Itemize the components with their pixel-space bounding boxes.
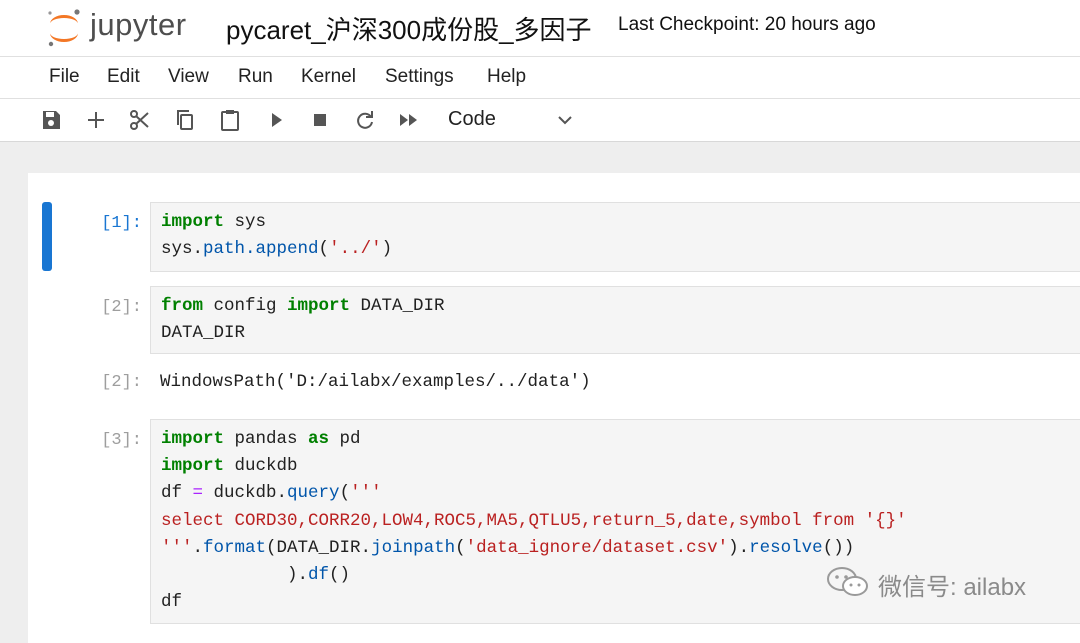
code-token: )	[381, 239, 393, 259]
code-token: ()	[329, 565, 351, 585]
code-line: '''.format(DATA_DIR.joinpath('data_ignor…	[161, 538, 854, 558]
cell-type-select[interactable]: Code	[448, 108, 496, 131]
code-token: sys.	[161, 239, 204, 259]
code-token: pd	[329, 429, 361, 449]
code-token: (DATA_DIR.	[266, 538, 372, 558]
code-token: config	[203, 296, 288, 316]
menu-kernel[interactable]: Kernel	[301, 66, 356, 88]
cell-2-prompt: [2]:	[101, 298, 142, 317]
fast-forward-icon[interactable]	[397, 108, 421, 132]
code-token: path.append	[203, 239, 319, 259]
code-token: ).	[161, 565, 309, 585]
code-token: import	[161, 429, 225, 449]
menu-file[interactable]: File	[49, 66, 80, 88]
last-checkpoint-status: Last Checkpoint: 20 hours ago	[618, 14, 876, 35]
code-token: ())	[822, 538, 855, 558]
cell-3-prompt: [3]:	[101, 431, 142, 450]
code-token: sys	[224, 212, 267, 232]
code-token: (	[318, 239, 330, 259]
code-token: df	[308, 565, 330, 585]
code-token: (	[455, 538, 466, 558]
code-line: from config import DATA_DIR	[161, 296, 445, 316]
code-line: DATA_DIR	[161, 323, 246, 343]
active-cell-indicator	[42, 202, 52, 271]
code-token: pandas	[224, 429, 309, 449]
run-icon[interactable]	[264, 108, 288, 132]
code-token: '''	[350, 483, 382, 503]
code-line: df = duckdb.query('''	[161, 483, 382, 503]
wechat-watermark: 微信号: ailabx	[826, 566, 1026, 602]
wechat-icon	[826, 565, 870, 604]
code-token: '''	[161, 538, 193, 558]
menu-edit[interactable]: Edit	[107, 66, 140, 88]
code-token: resolve	[749, 538, 823, 558]
code-token: =	[192, 483, 204, 503]
cell-2-editor[interactable]: from config import DATA_DIR DATA_DIR	[150, 286, 1080, 354]
code-token: from	[161, 296, 204, 316]
code-token: duckdb	[224, 456, 298, 476]
code-line: select CORD30,CORR20,LOW4,ROC5,MA5,QTLU5…	[161, 511, 907, 531]
add-icon[interactable]	[84, 108, 108, 132]
code-line: import sys	[161, 212, 266, 232]
notebook-toolbar: Code	[0, 99, 1080, 142]
code-token: .	[192, 538, 204, 558]
code-line: sys.path.append('../')	[161, 239, 392, 259]
code-line: import pandas as pd	[161, 429, 361, 449]
jupyter-logo-text: jupyter	[90, 7, 187, 42]
code-token: DATA_DIR	[350, 296, 445, 316]
menu-run[interactable]: Run	[238, 66, 273, 88]
paste-icon[interactable]	[218, 108, 242, 132]
menu-help[interactable]: Help	[487, 66, 526, 88]
code-token: query	[287, 483, 340, 503]
save-icon[interactable]	[39, 108, 63, 132]
code-token: joinpath	[371, 538, 456, 558]
cell-2-output: WindowsPath('D:/ailabx/examples/../data'…	[160, 372, 591, 392]
code-token: df	[161, 483, 193, 503]
code-line: ).df()	[161, 565, 350, 585]
code-token: as	[308, 429, 330, 449]
code-token: import	[161, 212, 225, 232]
notebook-title[interactable]: pycaret_沪深300成份股_多因子	[226, 10, 592, 47]
code-line: df	[161, 592, 183, 612]
menu-settings[interactable]: Settings	[385, 66, 454, 88]
code-token: '../'	[329, 239, 382, 259]
code-line: import duckdb	[161, 456, 298, 476]
copy-icon[interactable]	[173, 108, 197, 132]
code-token: 'data_ignore/dataset.csv'	[465, 538, 729, 558]
code-token: (	[339, 483, 351, 503]
chevron-down-icon[interactable]	[555, 110, 575, 130]
code-token: select CORD30,CORR20,LOW4,ROC5,MA5,QTLU5…	[161, 511, 907, 531]
cut-icon[interactable]	[128, 108, 152, 132]
code-token: import	[287, 296, 351, 316]
watermark-text: 微信号: ailabx	[878, 573, 1027, 601]
cell-1-editor[interactable]: import sys sys.path.append('../')	[150, 202, 1080, 272]
cell-1-prompt: [1]:	[101, 214, 142, 233]
code-token: import	[161, 456, 225, 476]
stop-icon[interactable]	[308, 108, 332, 132]
jupyter-logo-icon[interactable]	[44, 6, 84, 50]
cell-2-output-prompt: [2]:	[101, 373, 142, 392]
code-token: ).	[728, 538, 750, 558]
top-header: jupyter pycaret_沪深300成份股_多因子 Last Checkp…	[0, 0, 1080, 57]
menu-view[interactable]: View	[168, 66, 209, 88]
restart-icon[interactable]	[353, 108, 377, 132]
code-token: duckdb.	[203, 483, 288, 503]
menu-bar: File Edit View Run Kernel Settings Help	[0, 57, 1080, 99]
code-token: format	[203, 538, 267, 558]
